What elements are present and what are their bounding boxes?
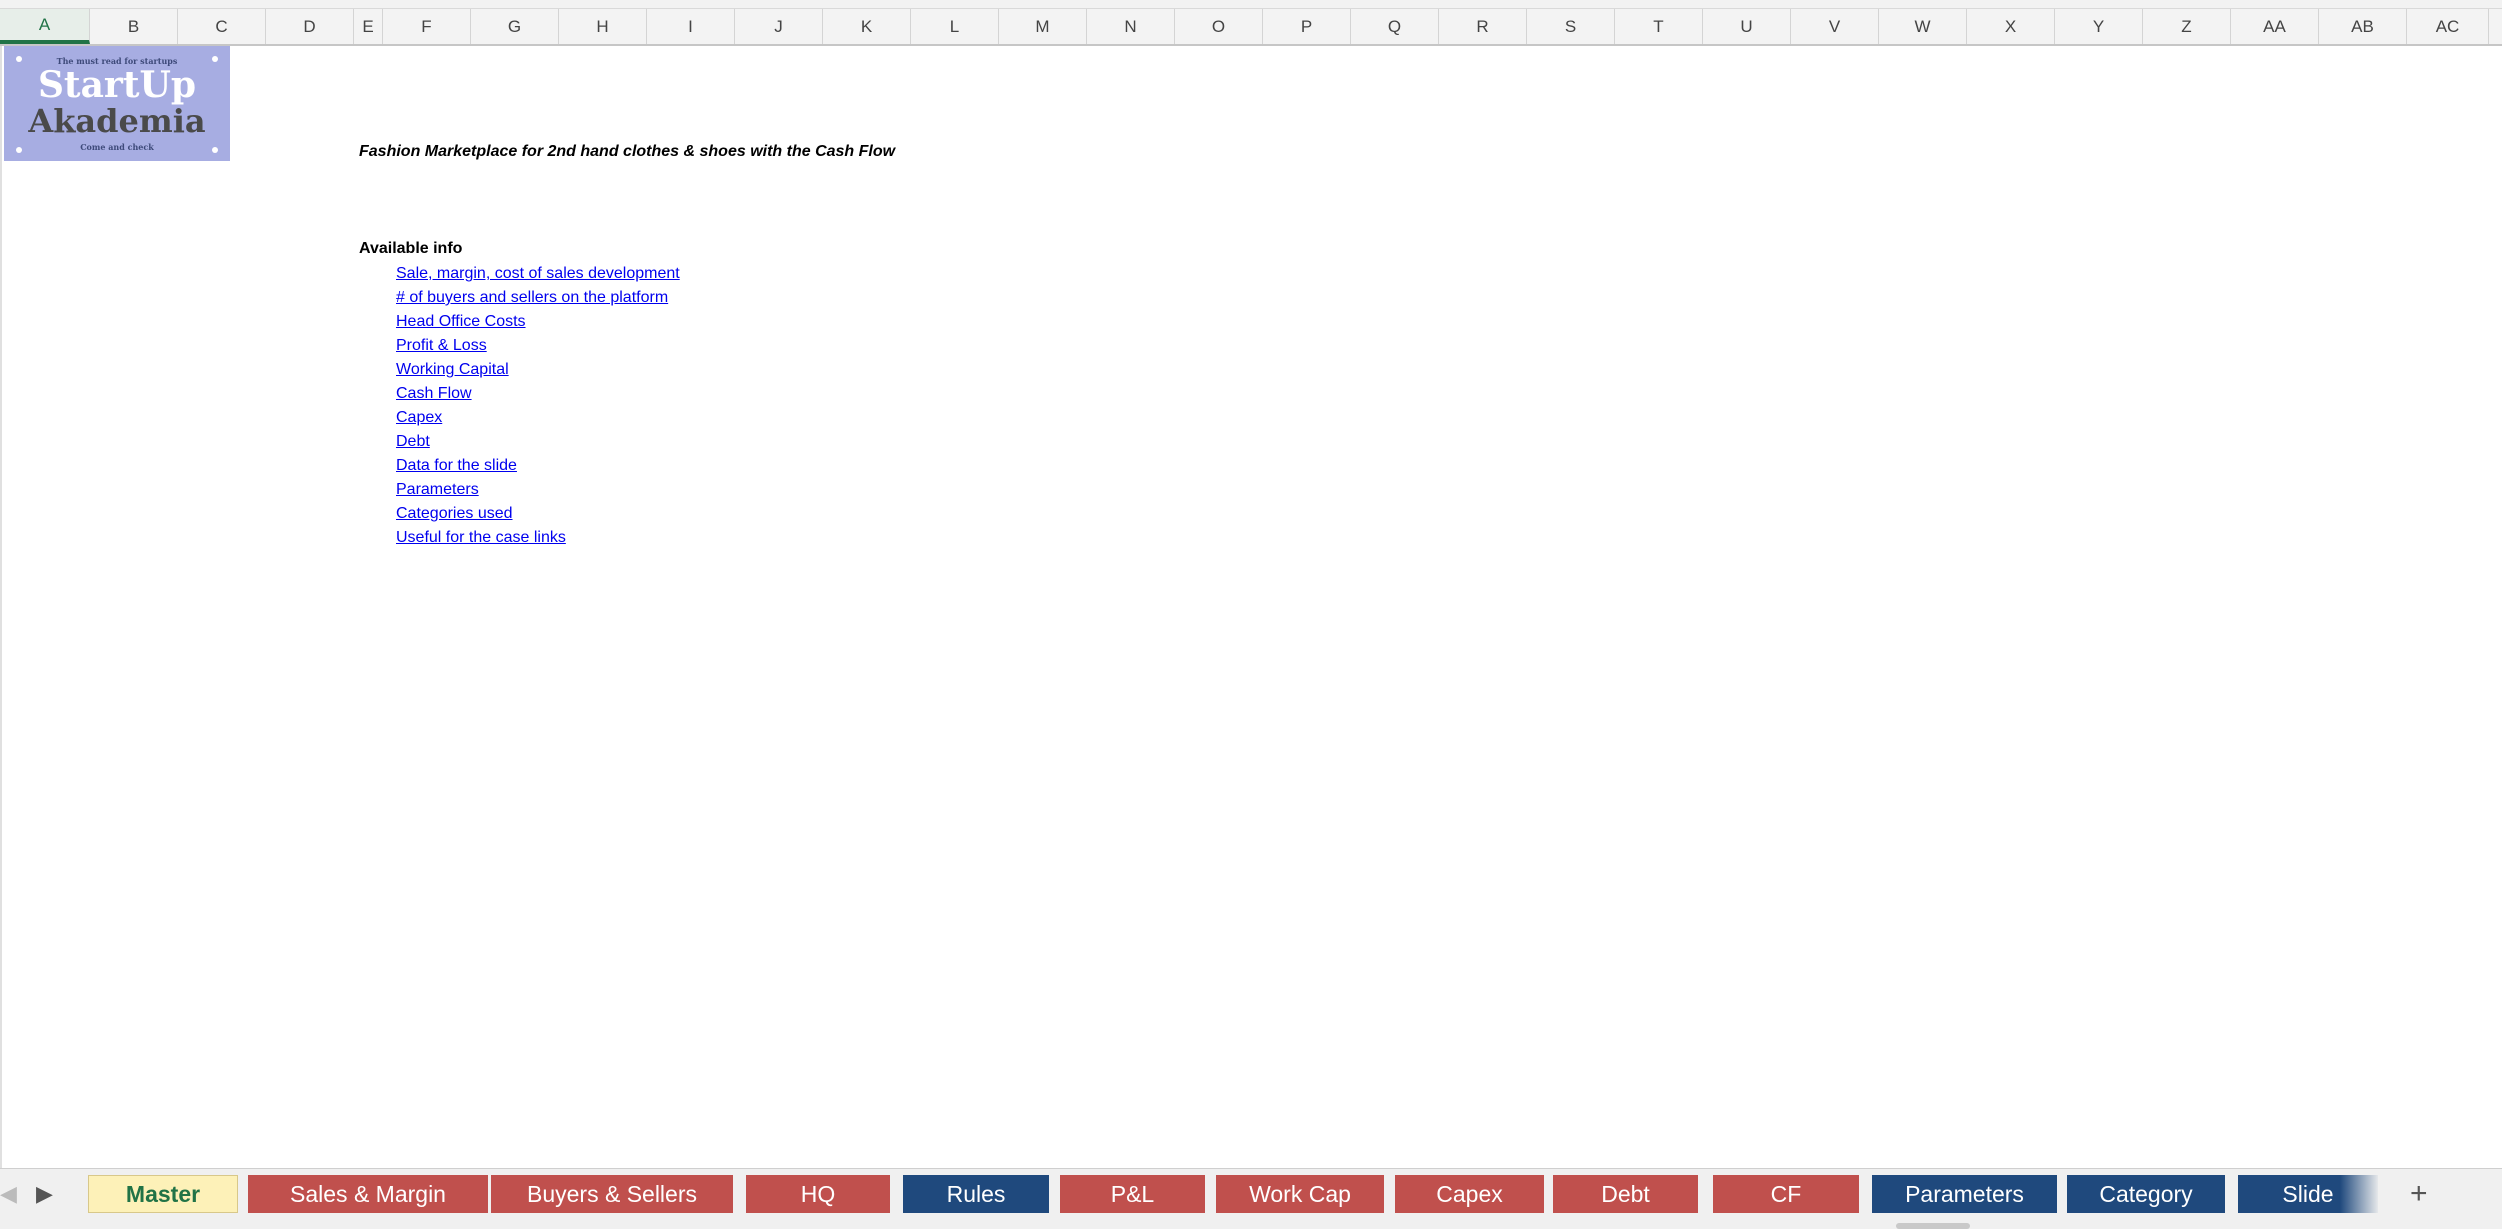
tab-buyers-sellers[interactable]: Buyers & Sellers: [491, 1175, 733, 1213]
column-header-a[interactable]: A: [0, 9, 90, 44]
column-header-k[interactable]: K: [823, 9, 911, 44]
column-header-p[interactable]: P: [1263, 9, 1351, 44]
logo-corner-dot: [16, 147, 22, 153]
tab-rules[interactable]: Rules: [903, 1175, 1049, 1213]
plus-icon[interactable]: +: [2410, 1177, 2428, 1211]
list-item: Sale, margin, cost of sales development: [396, 262, 680, 286]
column-header-m[interactable]: M: [999, 9, 1087, 44]
info-link-list: Sale, margin, cost of sales development #…: [396, 262, 680, 550]
tab-work-cap[interactable]: Work Cap: [1216, 1175, 1384, 1213]
info-link[interactable]: Debt: [396, 433, 430, 450]
info-link[interactable]: Sale, margin, cost of sales development: [396, 265, 680, 282]
column-header-z[interactable]: Z: [2143, 9, 2231, 44]
column-header-n[interactable]: N: [1087, 9, 1175, 44]
column-header-s[interactable]: S: [1527, 9, 1615, 44]
chevron-right-icon[interactable]: ▶: [36, 1181, 53, 1207]
column-header-x[interactable]: X: [1967, 9, 2055, 44]
startup-akademia-logo[interactable]: The must read for startups StartUp Akade…: [4, 46, 230, 161]
column-header-ab[interactable]: AB: [2319, 9, 2407, 44]
column-header-aa[interactable]: AA: [2231, 9, 2319, 44]
column-header-w[interactable]: W: [1879, 9, 1967, 44]
column-header-i[interactable]: I: [647, 9, 735, 44]
column-header-h[interactable]: H: [559, 9, 647, 44]
info-link[interactable]: Data for the slide: [396, 457, 517, 474]
tab-capex[interactable]: Capex: [1395, 1175, 1544, 1213]
logo-corner-dot: [212, 56, 218, 62]
tab-category[interactable]: Category: [2067, 1175, 2225, 1213]
column-header-r[interactable]: R: [1439, 9, 1527, 44]
column-header-l[interactable]: L: [911, 9, 999, 44]
info-link[interactable]: Head Office Costs: [396, 313, 526, 330]
column-header-v[interactable]: V: [1791, 9, 1879, 44]
window-top-strip: [0, 0, 2502, 9]
logo-line-1: StartUp: [37, 63, 197, 106]
info-link[interactable]: Useful for the case links: [396, 529, 566, 546]
horizontal-scrollbar[interactable]: [1896, 1223, 1970, 1229]
page-title[interactable]: Fashion Marketplace for 2nd hand clothes…: [359, 143, 895, 161]
info-link[interactable]: Capex: [396, 409, 442, 426]
column-header-t[interactable]: T: [1615, 9, 1703, 44]
available-info-heading[interactable]: Available info: [359, 240, 462, 258]
tab-debt[interactable]: Debt: [1553, 1175, 1698, 1213]
column-header-g[interactable]: G: [471, 9, 559, 44]
logo-line-2: Akademia: [28, 101, 206, 140]
column-header-q[interactable]: Q: [1351, 9, 1439, 44]
column-header-row: A B C D E F G H I J K L M N O P Q R S T U V W X Y Z AA AB AC: [0, 9, 2502, 46]
list-item: Head Office Costs: [396, 310, 680, 334]
list-item: Parameters: [396, 478, 680, 502]
tab-overflow-fade: [2340, 1175, 2380, 1213]
tab-cf[interactable]: CF: [1713, 1175, 1859, 1213]
chevron-left-icon[interactable]: ◀: [0, 1181, 17, 1207]
info-link[interactable]: Profit & Loss: [396, 337, 487, 354]
list-item: Categories used: [396, 502, 680, 526]
column-header-j[interactable]: J: [735, 9, 823, 44]
list-item: # of buyers and sellers on the platform: [396, 286, 680, 310]
column-header-ac[interactable]: AC: [2407, 9, 2489, 44]
info-link[interactable]: Cash Flow: [396, 385, 472, 402]
tab-p-l[interactable]: P&L: [1060, 1175, 1205, 1213]
info-link[interactable]: Categories used: [396, 505, 513, 522]
list-item: Useful for the case links: [396, 526, 680, 550]
info-link[interactable]: Parameters: [396, 481, 479, 498]
info-link[interactable]: Working Capital: [396, 361, 509, 378]
list-item: Working Capital: [396, 358, 680, 382]
sheet-tab-bar: ◀ ▶ Master Sales & Margin Buyers & Sellers…: [0, 1168, 2502, 1229]
logo-bottom-text: Come and check: [80, 141, 154, 152]
column-header-o[interactable]: O: [1175, 9, 1263, 44]
tab-master[interactable]: Master: [88, 1175, 238, 1213]
list-item: Profit & Loss: [396, 334, 680, 358]
tab-parameters[interactable]: Parameters: [1872, 1175, 2057, 1213]
column-header-e[interactable]: E: [354, 9, 383, 44]
column-header-b[interactable]: B: [90, 9, 178, 44]
column-header-y[interactable]: Y: [2055, 9, 2143, 44]
tab-sales-margin[interactable]: Sales & Margin: [248, 1175, 488, 1213]
list-item: Data for the slide: [396, 454, 680, 478]
logo-corner-dot: [212, 147, 218, 153]
tab-hq[interactable]: HQ: [746, 1175, 890, 1213]
sheet-grid[interactable]: [0, 46, 2502, 1168]
column-header-f[interactable]: F: [383, 9, 471, 44]
column-header-c[interactable]: C: [178, 9, 266, 44]
list-item: Debt: [396, 430, 680, 454]
column-header-d[interactable]: D: [266, 9, 354, 44]
info-link[interactable]: # of buyers and sellers on the platform: [396, 289, 668, 306]
logo-corner-dot: [16, 56, 22, 62]
list-item: Capex: [396, 406, 680, 430]
list-item: Cash Flow: [396, 382, 680, 406]
column-header-u[interactable]: U: [1703, 9, 1791, 44]
